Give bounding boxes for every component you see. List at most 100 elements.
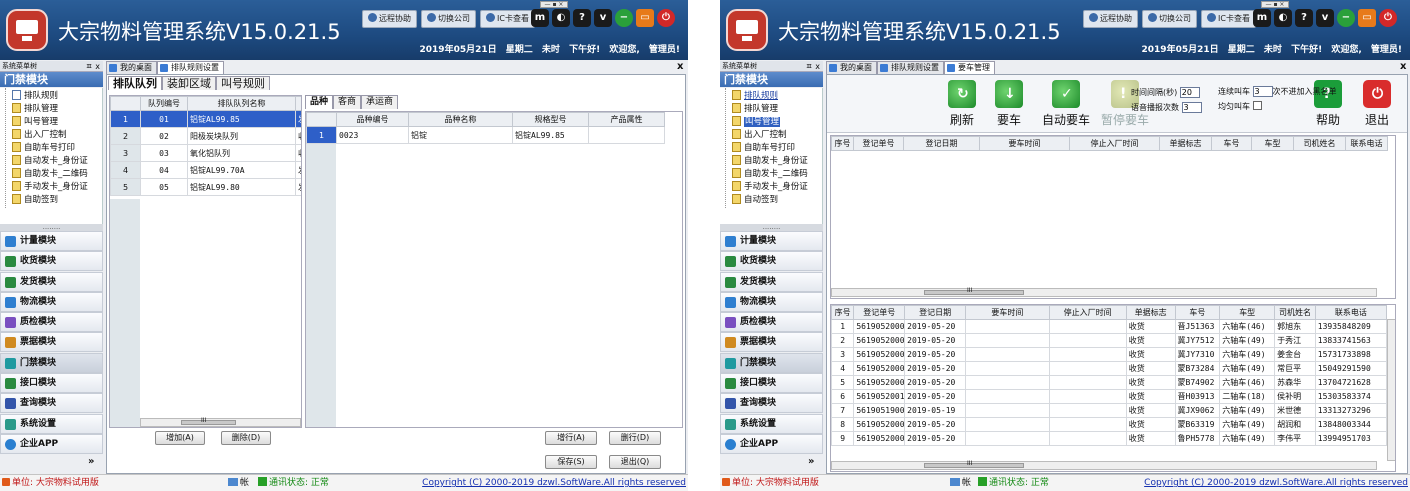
close-icon[interactable]: x: [1400, 61, 1406, 73]
tree-node-qrcode[interactable]: 自助发卡_二维码: [12, 168, 88, 181]
restore-icon[interactable]: ▭: [636, 9, 654, 27]
close-icon[interactable]: x: [677, 61, 683, 73]
minimize-icon[interactable]: −: [1337, 9, 1355, 27]
copyright-link[interactable]: Copyright (C) 2000-2019 dzwl.SoftWare.Al…: [1144, 475, 1408, 491]
table-row[interactable]: 25619052000452019-05-20 收货冀JY7512六轴车(49)于…: [831, 333, 1388, 348]
table-row[interactable]: 505铝锭AL99.80发: [110, 178, 301, 196]
tab-queue-rules[interactable]: 排队规则设置: [157, 61, 224, 74]
module-gate[interactable]: 门禁模块: [720, 352, 823, 373]
help-icon[interactable]: ?: [1295, 9, 1313, 27]
remote-assist-button[interactable]: 远程协助: [1083, 10, 1138, 28]
tree-node-queue-mgmt[interactable]: 排队管理: [12, 103, 58, 116]
tree-node-manual[interactable]: 手动发卡_身份证: [732, 181, 808, 194]
v-icon[interactable]: v: [1316, 9, 1334, 27]
splitter[interactable]: ........: [720, 224, 823, 231]
switch-company-button[interactable]: 切换公司: [1142, 10, 1197, 28]
module-receiving[interactable]: 收货模块: [720, 251, 823, 272]
module-qc[interactable]: 质检模块: [720, 312, 823, 333]
module-qc[interactable]: 质检模块: [0, 312, 103, 333]
pin-icon[interactable]: ㅍ x: [805, 61, 820, 72]
splitter[interactable]: ........: [0, 224, 103, 231]
module-bills[interactable]: 票据模块: [0, 332, 103, 353]
table-row[interactable]: 55619052000932019-05-20 收货蒙B74902六轴车(46)苏…: [831, 375, 1388, 390]
bottom-hscroll[interactable]: III: [831, 460, 1377, 470]
table-row[interactable]: 303氧化铝队列收: [110, 144, 301, 162]
table-row[interactable]: 85619052000912019-05-20 收货蒙B63319六轴车(49)胡…: [831, 417, 1388, 432]
auto-call-button[interactable]: ✓ 自动要车: [1038, 79, 1094, 131]
module-logistics[interactable]: 物流模块: [720, 291, 823, 312]
tree-node-signin[interactable]: 自动签到: [732, 194, 778, 207]
moon-icon[interactable]: ◐: [1274, 9, 1292, 27]
tree-node-print[interactable]: 自助车号打印: [732, 142, 795, 155]
tree-node-call[interactable]: 叫号管理: [12, 116, 58, 129]
module-app[interactable]: 企业APP: [720, 433, 823, 454]
tab-customer[interactable]: 客商: [333, 95, 362, 109]
module-logistics[interactable]: 物流模块: [0, 291, 103, 312]
minimize-icon[interactable]: −: [615, 9, 633, 27]
module-app[interactable]: 企业APP: [0, 433, 103, 454]
tab-queue-rules[interactable]: 排队规则设置: [877, 61, 944, 74]
module-receiving[interactable]: 收货模块: [0, 251, 103, 272]
ic-card-button[interactable]: IC卡查看: [1201, 10, 1256, 28]
restore-icon[interactable]: ▭: [1358, 9, 1376, 27]
bottom-vscroll[interactable]: [1387, 319, 1395, 461]
mini-window-controls[interactable]: — ▪ ×: [1261, 1, 1289, 8]
module-weighing[interactable]: 计量模块: [0, 231, 103, 251]
power-icon[interactable]: ⏻: [657, 9, 675, 27]
tree-node-qrcode[interactable]: 自助发卡_二维码: [732, 168, 808, 181]
module-interface[interactable]: 接口模块: [0, 373, 103, 394]
table-row[interactable]: 35619052000442019-05-20 收货冀JY7310六轴车(49)姜…: [831, 347, 1388, 362]
broadcast-input[interactable]: [1181, 102, 1202, 113]
table-row[interactable]: 75619051900672019-05-19 收货冀JX9062六轴车(49)米…: [831, 403, 1388, 418]
module-settings[interactable]: 系统设置: [720, 413, 823, 434]
pin-icon[interactable]: ㅍ x: [85, 61, 100, 72]
tab-carrier[interactable]: 承运商: [361, 95, 399, 109]
table-row[interactable]: 404铝锭AL99.70A发: [110, 161, 301, 179]
delete-row-button[interactable]: 删行(D): [609, 431, 661, 445]
module-gate[interactable]: 门禁模块: [0, 352, 103, 373]
exit-button[interactable]: ⏻ 退出: [1353, 79, 1401, 131]
ic-card-button[interactable]: IC卡查看: [480, 10, 535, 28]
more-chevron-icon[interactable]: »: [808, 456, 814, 467]
table-row[interactable]: 45619052000892019-05-20 收货蒙B73284六轴车(49)常…: [831, 361, 1388, 376]
module-settings[interactable]: 系统设置: [0, 413, 103, 434]
tab-call-rules[interactable]: 叫号规则: [216, 76, 270, 90]
tab-car-call[interactable]: 要车管理: [944, 61, 995, 74]
moon-icon[interactable]: ◐: [552, 9, 570, 27]
module-query[interactable]: 查询模块: [720, 393, 823, 414]
tree-node-gate[interactable]: 出入厂控制: [732, 129, 787, 142]
table-row[interactable]: 101铝锭AL99.85发: [110, 110, 301, 128]
remote-assist-button[interactable]: 远程协助: [362, 10, 417, 28]
call-car-button[interactable]: ↓ 要车: [985, 79, 1033, 131]
tree-node-queue-mgmt[interactable]: 排队管理: [732, 103, 778, 116]
tab-queue[interactable]: 排队队列: [108, 76, 162, 90]
tree-node-idcard[interactable]: 自动发卡_身份证: [12, 155, 88, 168]
mini-window-controls[interactable]: — ▪ ×: [540, 1, 568, 8]
add-row-button[interactable]: 增行(A): [545, 431, 597, 445]
power-icon[interactable]: ⏻: [1379, 9, 1397, 27]
table-row[interactable]: 202阳极炭块队列收: [110, 127, 301, 145]
table-row[interactable]: 15619052000822019-05-20 收货晋J51363六轴车(46)郭…: [831, 319, 1388, 334]
tree-node-print[interactable]: 自助车号打印: [12, 142, 75, 155]
exit-button[interactable]: 退出(Q): [609, 455, 661, 469]
more-chevron-icon[interactable]: »: [88, 456, 94, 467]
m-icon[interactable]: m: [1253, 9, 1271, 27]
tree-node-gate[interactable]: 出入厂控制: [12, 129, 67, 142]
module-interface[interactable]: 接口模块: [720, 373, 823, 394]
module-bills[interactable]: 票据模块: [720, 332, 823, 353]
table-row[interactable]: 65619052001032019-05-20 收货晋H03913二轴车(18)侯…: [831, 389, 1388, 404]
module-weighing[interactable]: 计量模块: [720, 231, 823, 251]
consecutive-input[interactable]: [1252, 86, 1273, 97]
tab-desktop[interactable]: 我的桌面: [826, 61, 877, 74]
tree-node-signin[interactable]: 自助签到: [12, 194, 58, 207]
table-row[interactable]: 95619052000852019-05-20 收货鲁PH5778六轴车(49)李…: [831, 431, 1388, 446]
module-query[interactable]: 查询模块: [0, 393, 103, 414]
tree-node-queue-rules[interactable]: 排队规则: [12, 90, 58, 103]
tree-node-call[interactable]: 叫号管理: [732, 116, 781, 129]
tree-node-queue-rules[interactable]: 排队规则: [732, 90, 778, 103]
v-icon[interactable]: v: [594, 9, 612, 27]
help-icon[interactable]: ?: [573, 9, 591, 27]
even-call-checkbox[interactable]: [1252, 101, 1262, 110]
tab-variety[interactable]: 品种: [305, 95, 334, 109]
refresh-button[interactable]: ↻ 刷新: [938, 79, 986, 131]
